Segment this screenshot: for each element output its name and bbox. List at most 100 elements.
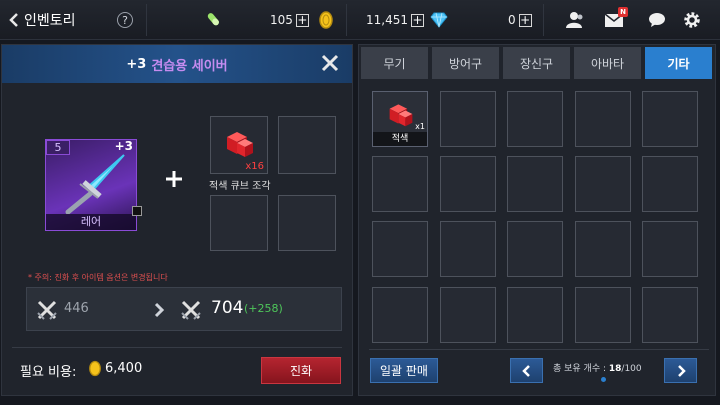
item-enhance-level: +3: [114, 139, 133, 153]
tab-avatar[interactable]: 아바타: [574, 47, 641, 79]
stat-after: 704: [211, 298, 244, 318]
inventory-slot[interactable]: [507, 287, 563, 343]
divider: [543, 4, 544, 36]
material-slot[interactable]: [278, 195, 336, 251]
tab-etc[interactable]: 기타: [645, 47, 712, 79]
inventory-slot[interactable]: [642, 221, 698, 277]
item-label: 적색: [373, 132, 427, 146]
energy-value: 105: [270, 13, 293, 27]
cost-label: 필요 비용:: [20, 365, 77, 380]
gem-counter: 0 +: [508, 0, 532, 40]
inventory-slot[interactable]: [440, 221, 496, 277]
chat-button[interactable]: [648, 0, 666, 40]
inventory-panel: 무기 방어구 장신구 아바타 기타 x1 적색 일괄 판매 총 보유 개수 : …: [358, 44, 716, 396]
friends-icon: [566, 12, 583, 28]
capacity-current: 18: [608, 364, 622, 374]
item-rarity-label: 레어: [46, 214, 136, 230]
gold-plus-button[interactable]: +: [411, 13, 424, 27]
page-dot: [601, 377, 606, 382]
capacity-indicator: 총 보유 개수 : 18/100: [553, 361, 642, 374]
stat-before: 446: [64, 301, 89, 316]
red-cube-icon: [389, 104, 413, 127]
close-icon: [321, 54, 339, 72]
material-slot[interactable]: x16: [210, 116, 268, 174]
back-button[interactable]: 인벤토리: [8, 0, 76, 40]
gem-plus-button[interactable]: +: [518, 13, 532, 27]
gem-value: 0: [508, 13, 516, 27]
chevron-right-icon: [154, 302, 165, 318]
prev-page-button[interactable]: [510, 358, 543, 383]
page-title: 인벤토리: [24, 13, 76, 29]
gold-value: 11,451: [366, 13, 408, 27]
gem-icon: [430, 0, 448, 40]
inventory-slot[interactable]: [372, 221, 428, 277]
evolve-button[interactable]: 진화: [261, 357, 341, 384]
inventory-slot[interactable]: [372, 156, 428, 212]
divider: [369, 349, 709, 350]
tab-weapon[interactable]: 무기: [361, 47, 428, 79]
close-button[interactable]: [320, 53, 340, 73]
inventory-slot[interactable]: [507, 91, 563, 147]
weapon-slot[interactable]: 5 +3 레어: [45, 139, 142, 231]
material-slot[interactable]: [210, 195, 268, 251]
energy-plus-button[interactable]: +: [295, 13, 309, 27]
lock-checkbox[interactable]: [132, 206, 142, 216]
inventory-slot[interactable]: [440, 287, 496, 343]
mail-button[interactable]: N: [604, 0, 628, 40]
chat-icon: [649, 13, 665, 27]
inventory-item-red-cube[interactable]: x1 적색: [372, 91, 428, 147]
item-count: x1: [415, 122, 425, 131]
material-count: x16: [245, 161, 264, 172]
energy-counter: 105 +: [270, 0, 309, 40]
friends-button[interactable]: [564, 0, 584, 40]
inventory-slot[interactable]: [575, 91, 631, 147]
settings-button[interactable]: [683, 0, 701, 40]
inventory-slot[interactable]: [575, 221, 631, 277]
chevron-right-icon: [677, 364, 686, 377]
item-title-level: +3: [126, 56, 147, 72]
stat-delta: (+258): [244, 302, 283, 315]
gold-icon: [318, 0, 334, 40]
stat-comparison: 446 704 (+258): [26, 287, 342, 331]
cost-value: 6,400: [105, 361, 143, 376]
red-cube-icon: [227, 132, 253, 157]
energy-icon: [205, 0, 223, 40]
mail-badge: N: [618, 7, 628, 17]
material-name: 적색 큐브 조각: [209, 181, 271, 192]
tab-armor[interactable]: 방어구: [432, 47, 499, 79]
help-icon: ?: [117, 12, 133, 28]
gear-icon: [684, 12, 700, 28]
inventory-slot[interactable]: [372, 287, 428, 343]
top-bar: 인벤토리 ? 105 + 11,451 + 0 + N: [0, 0, 720, 40]
inventory-slot[interactable]: [642, 156, 698, 212]
capacity-max: /100: [621, 364, 642, 374]
sell-all-button[interactable]: 일괄 판매: [370, 358, 438, 383]
divider: [12, 347, 342, 348]
divider: [146, 4, 147, 36]
item-title-name: 견습용 세이버: [151, 58, 228, 74]
inventory-slot[interactable]: [642, 287, 698, 343]
inventory-slot[interactable]: [575, 156, 631, 212]
inventory-slot[interactable]: [507, 221, 563, 277]
help-button[interactable]: ?: [117, 0, 133, 40]
evolve-panel-header: +3 견습용 세이버: [2, 45, 352, 83]
inventory-slot[interactable]: [575, 287, 631, 343]
inventory-slot[interactable]: [507, 156, 563, 212]
material-slot[interactable]: [278, 116, 336, 174]
next-page-button[interactable]: [664, 358, 697, 383]
swords-icon: [37, 300, 57, 320]
plus-sign: [164, 169, 184, 189]
capacity-label: 총 보유 개수 :: [553, 364, 607, 374]
inventory-slot[interactable]: [642, 91, 698, 147]
swords-icon: [181, 300, 201, 320]
saber-icon: [65, 154, 125, 214]
divider: [346, 4, 347, 36]
chevron-left-icon: [9, 13, 18, 27]
gold-counter: 11,451 +: [366, 0, 424, 40]
inventory-slot[interactable]: [440, 156, 496, 212]
chevron-left-icon: [521, 364, 530, 377]
tab-accessory[interactable]: 장신구: [503, 47, 570, 79]
inventory-slot[interactable]: [440, 91, 496, 147]
evolve-warning: * 주의: 진화 후 아이템 옵션은 변경됩니다: [28, 273, 168, 282]
evolve-panel: +3 견습용 세이버 5 +3 레어 x16 적색 큐브 조각 * 주의: 진화: [1, 44, 353, 396]
